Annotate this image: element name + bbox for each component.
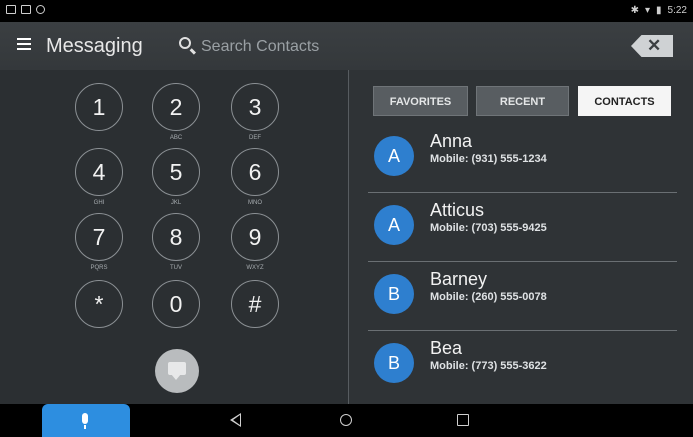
menu-icon[interactable] xyxy=(17,38,31,50)
tab-favorites[interactable]: FAVORITES xyxy=(373,86,468,116)
row-divider xyxy=(368,330,677,331)
avatar: A xyxy=(374,205,414,245)
dialpad-letters: GHI xyxy=(93,200,105,206)
dialpad-key[interactable]: 0 xyxy=(152,280,200,328)
contact-phone: Mobile: (260) 555-0078 xyxy=(430,291,547,303)
dialpad-letters: PQRS xyxy=(90,265,108,271)
dialpad-letters: ABC xyxy=(169,135,183,141)
wifi-icon: ▾ xyxy=(644,5,651,16)
dialpad-key[interactable]: 3 xyxy=(231,83,279,131)
search-bar xyxy=(175,32,595,60)
tab-recent[interactable]: RECENT xyxy=(476,86,569,116)
recent-apps-icon[interactable] xyxy=(457,414,469,426)
dialpad-key[interactable]: 5 xyxy=(152,148,200,196)
backspace-button[interactable]: ✕ xyxy=(631,35,673,57)
dialpad-digit: 7 xyxy=(92,224,106,250)
row-divider xyxy=(368,192,677,193)
dialpad-key[interactable]: 9 xyxy=(231,213,279,261)
dialpad-digit: 5 xyxy=(169,159,183,185)
dialpad-digit: 6 xyxy=(248,159,262,185)
dialpad-digit: 9 xyxy=(248,224,262,250)
dialpad-key[interactable]: 1 xyxy=(75,83,123,131)
tab-contacts[interactable]: CONTACTS xyxy=(578,86,671,116)
dialpad-key[interactable]: # xyxy=(231,280,279,328)
dialpad-digit: 8 xyxy=(169,224,183,250)
dialpad-letters: MNO xyxy=(248,200,262,206)
image-icon xyxy=(21,5,31,14)
contact-name: Barney xyxy=(430,269,488,289)
message-button[interactable] xyxy=(155,349,199,393)
avatar: A xyxy=(374,136,414,176)
notification-icon xyxy=(6,5,16,14)
app-bar: Messaging ✕ xyxy=(0,22,693,70)
dialpad-letters: JKL xyxy=(170,200,182,206)
status-time: 5:22 xyxy=(667,5,687,16)
contact-name: Bea xyxy=(430,338,463,358)
dialpad-key[interactable]: 4 xyxy=(75,148,123,196)
dialpad-digit: 3 xyxy=(248,94,262,120)
contact-phone: Mobile: (931) 555-1234 xyxy=(430,153,547,165)
microphone-icon xyxy=(82,413,88,429)
contact-item[interactable]: A Anna Mobile: (931) 555-1234 xyxy=(368,127,677,193)
dialpad-digit: * xyxy=(94,291,104,317)
battery-icon: ▮ xyxy=(656,5,662,16)
contact-phone: Mobile: (703) 555-9425 xyxy=(430,222,547,234)
dialpad-key[interactable]: 2 xyxy=(152,83,200,131)
voice-button[interactable] xyxy=(42,404,130,437)
contact-name: Atticus xyxy=(430,200,485,220)
avatar: B xyxy=(374,343,414,383)
dialpad-key[interactable]: 8 xyxy=(152,213,200,261)
dialpad-letters: WXYZ xyxy=(246,265,264,271)
contact-item[interactable]: A Atticus Mobile: (703) 555-9425 xyxy=(368,196,677,262)
home-icon[interactable] xyxy=(340,414,352,426)
bluetooth-icon: ✱ xyxy=(630,5,639,16)
dialpad-digit: 2 xyxy=(169,94,183,120)
android-icon xyxy=(36,5,45,14)
dialpad-letters: TUV xyxy=(170,265,182,271)
row-divider xyxy=(368,261,677,262)
search-input[interactable] xyxy=(199,34,583,60)
navigation-bar xyxy=(0,404,693,437)
avatar: B xyxy=(374,274,414,314)
status-bar: ✱ ▾ ▮ 5:22 xyxy=(0,0,693,22)
contact-phone: Mobile: (773) 555-3622 xyxy=(430,360,547,372)
contact-item[interactable]: B Barney Mobile: (260) 555-0078 xyxy=(368,265,677,331)
close-icon: ✕ xyxy=(647,36,662,55)
dialpad-letters: DEF xyxy=(249,135,261,141)
dialpad-digit: 1 xyxy=(92,94,106,120)
contact-name: Anna xyxy=(430,131,473,151)
dialpad-digit: 4 xyxy=(92,159,106,185)
search-icon xyxy=(179,37,191,49)
dialpad-key[interactable]: * xyxy=(75,280,123,328)
dialpad-key[interactable]: 6 xyxy=(231,148,279,196)
dialpad-key[interactable]: 7 xyxy=(75,213,123,261)
back-icon[interactable] xyxy=(230,413,241,427)
dialpad-digit: # xyxy=(248,291,262,317)
dialpad-digit: 0 xyxy=(169,291,183,317)
contact-item[interactable]: B Bea Mobile: (773) 555-3622 xyxy=(368,334,677,400)
app-title: Messaging xyxy=(46,35,143,57)
